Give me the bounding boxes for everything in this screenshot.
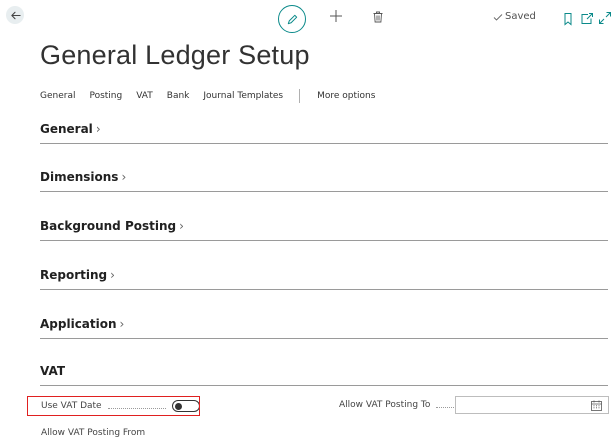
open-new-window-button[interactable]	[580, 11, 594, 25]
calendar-icon[interactable]	[591, 400, 602, 411]
chevron-right-icon: ›	[110, 268, 115, 282]
section-background-posting: Background Posting ›	[40, 219, 608, 241]
allow-vat-posting-from-field: Allow VAT Posting From	[41, 428, 145, 438]
bookmark-icon	[564, 13, 572, 26]
section-application-header[interactable]: Application ›	[40, 317, 608, 331]
section-divider	[40, 240, 608, 241]
section-reporting: Reporting ›	[40, 268, 608, 290]
action-separator	[299, 89, 301, 103]
chevron-right-icon: ›	[119, 317, 125, 331]
action-general[interactable]: General	[40, 91, 75, 101]
new-button[interactable]	[328, 8, 344, 24]
section-application-title: Application	[40, 317, 117, 331]
trash-icon	[373, 11, 383, 23]
section-dimensions: Dimensions ›	[40, 170, 608, 192]
allow-vat-posting-from-label: Allow VAT Posting From	[41, 428, 146, 438]
section-divider	[40, 289, 608, 290]
expand-icon	[599, 12, 611, 24]
action-vat[interactable]: VAT	[136, 91, 153, 101]
saved-label: Saved	[505, 11, 536, 22]
section-general-title: General	[40, 122, 93, 136]
section-reporting-title: Reporting	[40, 268, 108, 282]
field-leader-dots	[436, 406, 455, 408]
pencil-icon	[287, 14, 297, 24]
section-background-posting-header[interactable]: Background Posting ›	[40, 219, 608, 233]
chevron-right-icon: ›	[179, 219, 184, 233]
allow-vat-posting-to-field: Allow VAT Posting To	[339, 400, 460, 410]
section-general-header[interactable]: General ›	[40, 122, 608, 136]
section-dimensions-title: Dimensions	[40, 170, 119, 184]
edit-button[interactable]	[278, 5, 306, 33]
section-reporting-header[interactable]: Reporting ›	[40, 268, 608, 282]
section-divider	[40, 338, 608, 339]
back-button[interactable]	[6, 6, 24, 24]
section-application: Application ›	[40, 317, 608, 339]
bookmark-button[interactable]	[562, 11, 576, 26]
section-vat-header[interactable]: VAT	[40, 364, 608, 378]
section-vat: VAT	[40, 364, 608, 386]
section-divider	[40, 191, 608, 192]
delete-button[interactable]	[371, 9, 385, 23]
section-vat-title: VAT	[40, 364, 66, 378]
section-dimensions-header[interactable]: Dimensions ›	[40, 170, 608, 184]
action-more-options[interactable]: More options	[317, 91, 375, 101]
section-background-posting-title: Background Posting	[40, 219, 177, 233]
expand-button[interactable]	[598, 10, 612, 24]
section-general: General ›	[40, 122, 608, 144]
action-bar: General Posting VAT Bank Journal Templat…	[40, 89, 389, 103]
highlight-box	[27, 396, 200, 416]
checkmark-icon	[493, 13, 503, 21]
action-journal-templates[interactable]: Journal Templates	[203, 91, 283, 101]
section-divider	[40, 385, 608, 386]
saved-status: Saved	[493, 11, 536, 22]
section-divider	[40, 143, 608, 144]
arrow-left-icon	[10, 11, 21, 19]
allow-vat-posting-to-label: Allow VAT Posting To	[339, 400, 431, 410]
plus-icon	[330, 10, 342, 22]
chevron-right-icon: ›	[121, 170, 127, 184]
open-new-window-icon	[581, 13, 593, 24]
chevron-right-icon: ›	[95, 122, 101, 136]
action-bank[interactable]: Bank	[167, 91, 190, 101]
allow-vat-posting-to-input[interactable]	[455, 396, 609, 414]
page-title: General Ledger Setup	[40, 40, 310, 70]
action-posting[interactable]: Posting	[89, 91, 122, 101]
